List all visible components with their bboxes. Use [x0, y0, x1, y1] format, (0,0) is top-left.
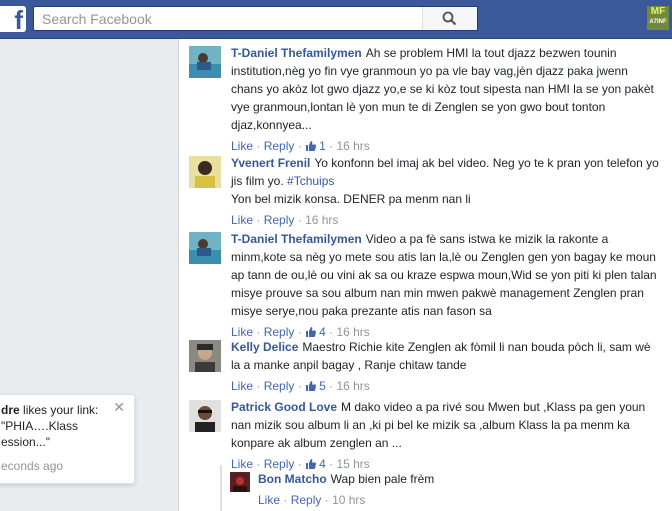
comment-text-line2: Yon bel mizik konsa. DENER pa menm nan l… — [231, 192, 471, 206]
avatar[interactable] — [189, 46, 221, 78]
reply-text: Wap bien pale frèm — [330, 472, 435, 486]
reply-link[interactable]: Reply — [291, 493, 322, 507]
like-link[interactable]: Like — [231, 213, 253, 227]
search-icon — [442, 11, 457, 26]
notification-link[interactable]: "PHIA….Klass ession..." — [1, 419, 78, 449]
comment-actions: Like · Reply · 1 · 16 hrs — [231, 137, 661, 155]
search-button[interactable] — [422, 7, 477, 30]
avatar[interactable] — [189, 156, 221, 188]
reply-link[interactable]: Reply — [264, 379, 295, 393]
avatar[interactable] — [189, 340, 221, 372]
comment-time[interactable]: 16 hrs — [305, 213, 338, 227]
like-count-value: 5 — [319, 379, 326, 393]
separator: · — [329, 325, 334, 339]
like-count-value: 4 — [319, 457, 326, 471]
comments-feed: T-Daniel Thefamilymen Ah se problem HMI l… — [179, 39, 672, 511]
comment-time[interactable]: 15 hrs — [336, 457, 369, 471]
avatar[interactable] — [230, 472, 250, 492]
facebook-logo-icon[interactable]: f — [0, 5, 26, 35]
reply-link[interactable]: Reply — [264, 325, 295, 339]
reply-link[interactable]: Reply — [264, 139, 295, 153]
separator: · — [283, 493, 288, 507]
separator: · — [256, 139, 261, 153]
like-link[interactable]: Like — [231, 379, 253, 393]
thumbs-up-icon — [306, 327, 317, 337]
notification-action: likes your link: — [19, 403, 99, 417]
search-input[interactable] — [40, 9, 424, 29]
comment-time[interactable]: 16 hrs — [336, 139, 369, 153]
separator: · — [256, 213, 261, 227]
thumbs-up-icon — [306, 141, 317, 151]
thumbs-up-icon — [306, 459, 317, 469]
comment-author[interactable]: Kelly Delice — [231, 340, 298, 354]
comment-time[interactable]: 16 hrs — [336, 379, 369, 393]
separator: · — [256, 325, 261, 339]
search-box — [33, 6, 478, 31]
reply-actions: Like · Reply · 10 hrs — [258, 491, 658, 509]
like-count-value: 1 — [319, 139, 326, 153]
avatar[interactable] — [189, 232, 221, 264]
comment-author[interactable]: Patrick Good Love — [231, 400, 337, 414]
comment-actions: Like · Reply · 5 · 16 hrs — [231, 377, 661, 395]
notification-text: dre likes your link: "PHIA….Klass ession… — [1, 402, 116, 450]
notification-popup[interactable]: dre likes your link: "PHIA….Klass ession… — [0, 394, 135, 484]
like-link[interactable]: Like — [231, 325, 253, 339]
reply-link[interactable]: Reply — [264, 213, 295, 227]
reply-author[interactable]: Bon Matcho — [258, 472, 327, 486]
comment-author[interactable]: T-Daniel Thefamilymen — [231, 232, 362, 246]
comment-actions: Like · Reply · 16 hrs — [231, 211, 661, 229]
like-count[interactable]: 4 — [305, 457, 326, 471]
separator: · — [297, 457, 302, 471]
avatar[interactable] — [189, 400, 221, 432]
separator: · — [329, 379, 334, 393]
badge-line2: A7INF — [649, 19, 667, 25]
separator: · — [329, 139, 334, 153]
separator: · — [329, 457, 334, 471]
separator: · — [256, 457, 261, 471]
reply-time[interactable]: 10 hrs — [332, 493, 365, 507]
app-badge[interactable]: MF A7INF — [647, 6, 669, 30]
reply-link[interactable]: Reply — [264, 457, 295, 471]
like-link[interactable]: Like — [231, 457, 253, 471]
like-link[interactable]: Like — [231, 139, 253, 153]
separator: · — [297, 379, 302, 393]
like-count[interactable]: 1 — [305, 139, 326, 153]
separator: · — [297, 325, 302, 339]
close-icon[interactable]: ✕ — [113, 399, 125, 416]
separator: · — [324, 493, 329, 507]
separator: · — [297, 139, 302, 153]
separator: · — [256, 379, 261, 393]
notification-actor[interactable]: dre — [1, 403, 20, 417]
like-count-value: 4 — [319, 325, 326, 339]
comment-author[interactable]: T-Daniel Thefamilymen — [231, 46, 362, 60]
comment-time[interactable]: 16 hrs — [336, 325, 369, 339]
separator: · — [297, 213, 302, 227]
reply-divider — [220, 465, 222, 511]
like-count[interactable]: 5 — [305, 379, 326, 393]
like-count[interactable]: 4 — [305, 325, 326, 339]
left-pane: dre likes your link: "PHIA….Klass ession… — [0, 39, 179, 511]
top-navigation-bar: f MF A7INF — [0, 0, 672, 39]
thumbs-up-icon — [306, 381, 317, 391]
hashtag-link[interactable]: #Tchuips — [287, 174, 334, 188]
badge-line1: MF — [650, 6, 666, 17]
like-link[interactable]: Like — [258, 493, 280, 507]
comment-author[interactable]: Yvenert Frenil — [231, 156, 310, 170]
notification-time: econds ago — [1, 459, 64, 473]
